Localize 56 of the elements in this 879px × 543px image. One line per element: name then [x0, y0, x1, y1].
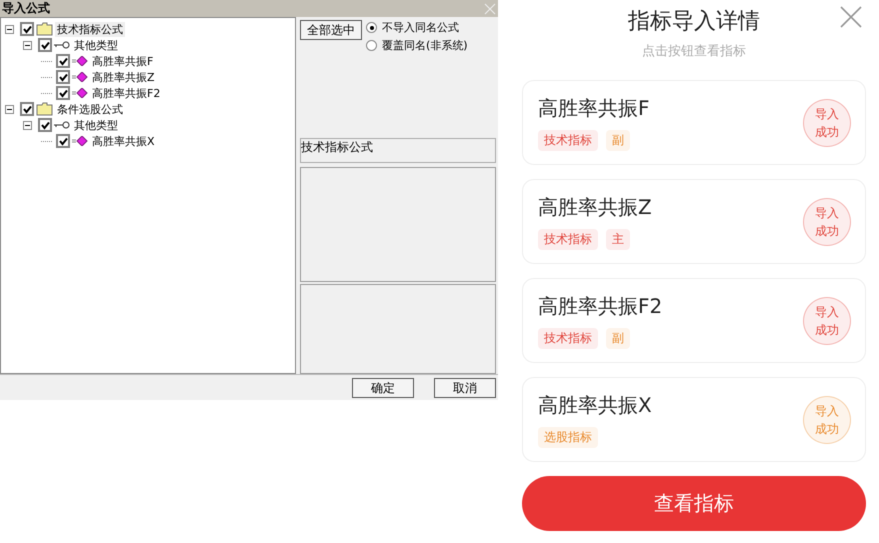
tag: 技术指标	[538, 130, 598, 150]
ok-button[interactable]: 确定	[352, 378, 414, 398]
tree-item[interactable]: 高胜率共振Z	[90, 70, 157, 84]
key-icon	[54, 121, 70, 129]
tree-item[interactable]: 技术指标公式	[55, 22, 125, 36]
radio-button[interactable]	[366, 22, 377, 33]
folder-icon	[36, 22, 53, 36]
key-icon	[54, 41, 70, 49]
tree-item[interactable]: 其他类型	[72, 118, 120, 132]
radio-label: 覆盖同名(非系统)	[382, 38, 468, 53]
tag: 技术指标	[538, 328, 598, 348]
status-badge: 导入成功	[803, 198, 851, 246]
panel-subtitle: 点击按钮查看指标	[642, 43, 746, 60]
status-badge: 导入成功	[803, 396, 851, 444]
checkbox[interactable]	[56, 134, 70, 148]
tree-item[interactable]: 高胜率共振F2	[90, 86, 162, 100]
tag: 技术指标	[538, 228, 598, 250]
indicator-name: 高胜率共振F2	[538, 292, 662, 320]
tag: 选股指标	[538, 426, 598, 448]
diamond-icon	[72, 88, 88, 98]
collapse-icon[interactable]	[23, 40, 32, 50]
tree-item[interactable]: 其他类型	[72, 38, 120, 52]
diamond-icon	[72, 72, 88, 82]
folder-icon	[36, 102, 53, 116]
diamond-icon	[72, 56, 88, 66]
panel-title: 指标导入详情	[628, 8, 760, 36]
view-button[interactable]: 查看指标	[522, 476, 866, 531]
tree-item[interactable]: 高胜率共振F	[90, 54, 156, 68]
checkbox[interactable]	[20, 22, 34, 36]
status-badge: 导入成功	[803, 296, 851, 344]
cancel-button[interactable]: 取消	[434, 378, 496, 398]
checkbox[interactable]	[20, 102, 34, 116]
checkbox[interactable]	[56, 54, 70, 68]
collapse-icon[interactable]	[5, 104, 14, 114]
diamond-icon	[72, 136, 88, 146]
collapse-icon[interactable]	[23, 120, 32, 130]
tree-item[interactable]: 条件选股公式	[55, 102, 125, 116]
radio-button[interactable]	[366, 40, 377, 51]
checkbox[interactable]	[38, 118, 52, 132]
checkbox[interactable]	[38, 38, 52, 52]
category-field: 技术指标公式	[300, 138, 496, 163]
indicator-name: 高胜率共振X	[538, 392, 652, 418]
collapse-icon[interactable]	[5, 24, 14, 34]
close-icon[interactable]	[840, 6, 862, 28]
tag: 主	[606, 228, 630, 250]
checkbox[interactable]	[56, 86, 70, 100]
checkbox[interactable]	[56, 70, 70, 84]
tree-item[interactable]: 高胜率共振X	[90, 134, 157, 148]
window-title: 导入公式	[2, 0, 50, 17]
indicator-name: 高胜率共振Z	[538, 194, 652, 220]
status-badge: 导入成功	[803, 98, 851, 146]
tag: 副	[606, 130, 630, 150]
indicator-name: 高胜率共振F	[538, 94, 650, 122]
select-all-button[interactable]: 全部选中	[300, 20, 362, 40]
tag: 副	[606, 328, 630, 348]
radio-label: 不导入同名公式	[382, 20, 459, 35]
